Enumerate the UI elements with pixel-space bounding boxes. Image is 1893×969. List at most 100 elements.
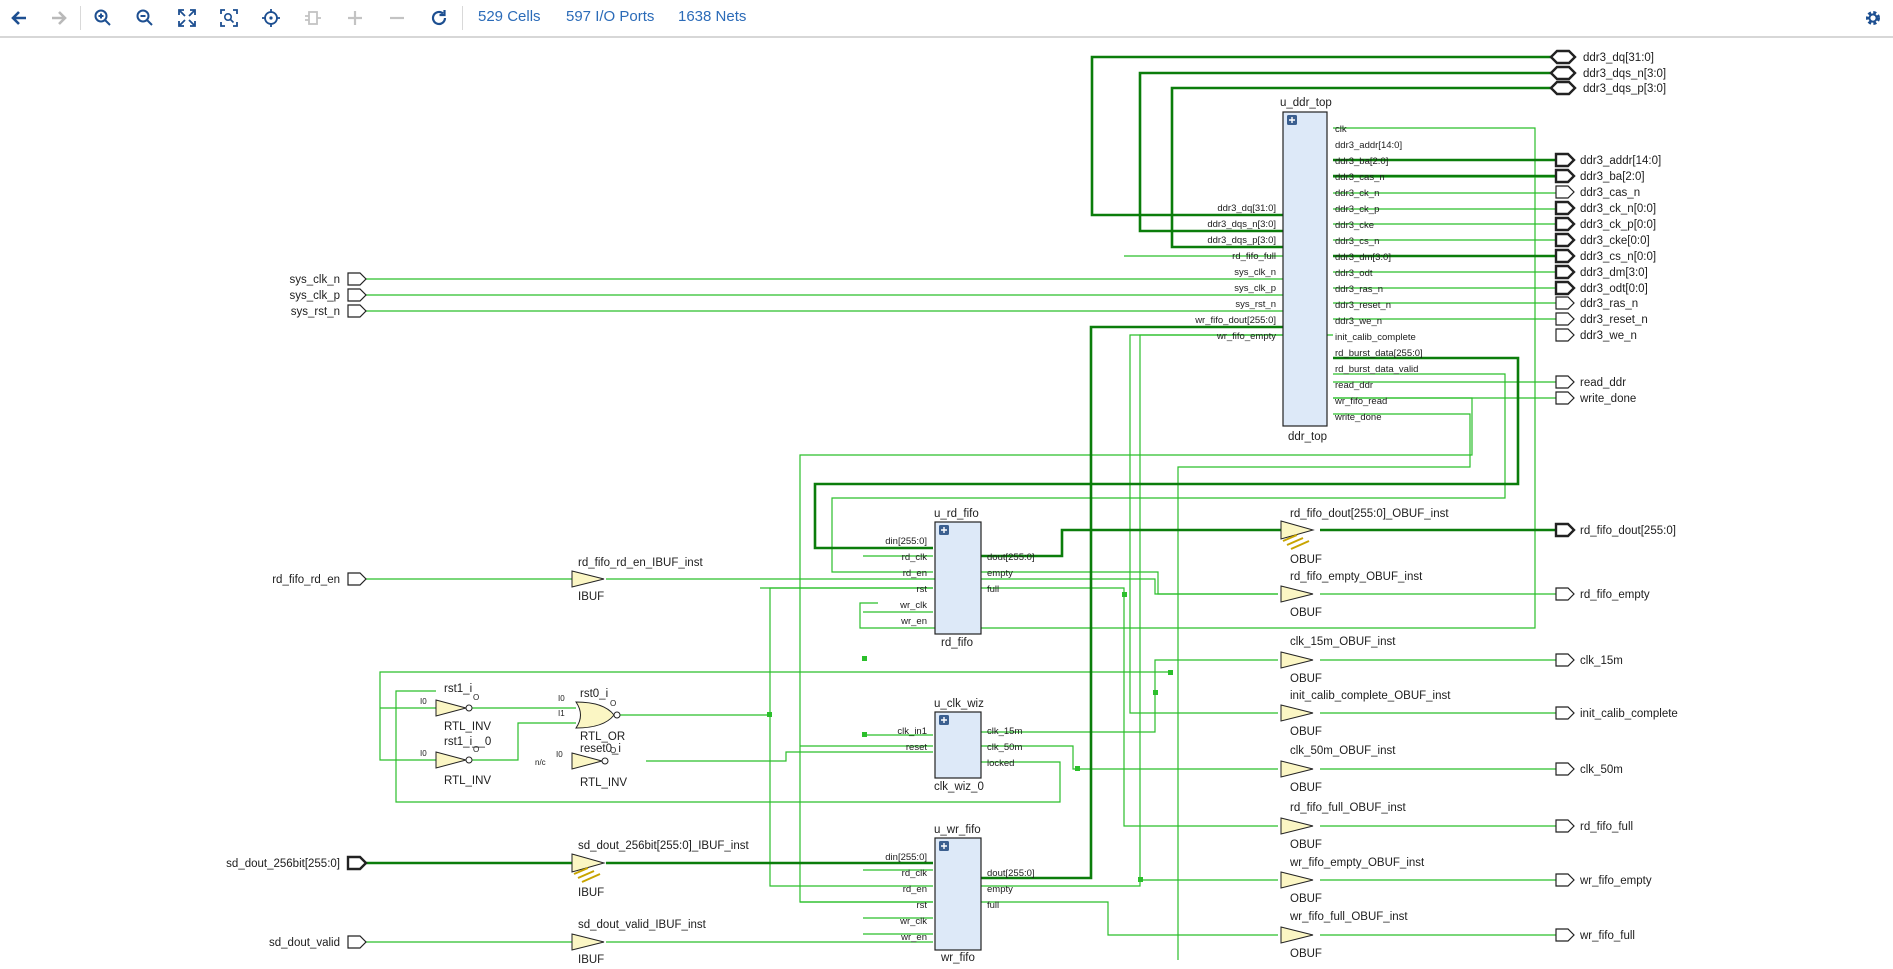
pin-label: wr_clk — [899, 916, 927, 927]
regenerate-button[interactable] — [298, 4, 328, 32]
obuf-clk-50m[interactable] — [1280, 760, 1314, 778]
rd-fifo-instance-name: u_rd_fifo — [934, 508, 979, 520]
pin-label: ddr3_odt — [1335, 268, 1373, 279]
obuf-rd-full[interactable] — [1280, 817, 1314, 835]
fit-view-button[interactable] — [172, 4, 202, 32]
port-label: rd_fifo_full — [1580, 821, 1633, 833]
ddr-top-block[interactable]: u_ddr_top ddr_top ddr3_dq[31:0] ddr3_dqs… — [1194, 97, 1423, 443]
nets-link[interactable]: 1638 Nets — [678, 8, 746, 25]
pin-label: O — [473, 745, 479, 754]
reload-button[interactable] — [424, 4, 454, 32]
ibuf-rd-en[interactable] — [571, 570, 605, 588]
collapse-button[interactable] — [382, 4, 412, 32]
zoom-selection-icon — [220, 9, 238, 27]
clk-wiz-block[interactable]: u_clk_wiz clk_wiz_0 clk_in1 reset clk_15… — [897, 698, 1022, 793]
obuf-type: OBUF — [1290, 554, 1322, 566]
pin-label: ddr3_cke — [1335, 220, 1374, 231]
port-label: ddr3_dqs_n[3:0] — [1583, 68, 1666, 80]
pin-label: ddr3_ck_n — [1335, 188, 1379, 199]
obuf-rd-empty[interactable] — [1280, 585, 1314, 603]
port-label: ddr3_dm[3:0] — [1580, 267, 1648, 279]
wr-fifo-block[interactable]: u_wr_fifo wr_fifo din[255:0] rd_clk rd_e… — [885, 824, 1034, 964]
zoom-out-button[interactable] — [130, 4, 160, 32]
obuf-rd-empty-label: rd_fifo_empty_OBUF_inst — [1290, 571, 1423, 583]
pin-label: rst — [916, 584, 927, 595]
pin-label: ddr3_cas_n — [1335, 172, 1385, 183]
pin-label: I1 — [558, 709, 565, 718]
rtl-inv-label: RTL_INV — [444, 775, 491, 787]
port-label: wr_fifo_empty — [1579, 875, 1652, 887]
minus-icon — [390, 16, 404, 20]
schematic-canvas[interactable]: u_ddr_top ddr_top ddr3_dq[31:0] ddr3_dqs… — [0, 38, 1893, 969]
rst1-i-inverter[interactable] — [435, 699, 473, 717]
pin-label: rd_burst_data[255:0] — [1335, 348, 1423, 359]
pin-label: wr_fifo_dout[255:0] — [1194, 315, 1276, 326]
output-port-labels: ddr3_dq[31:0] ddr3_dqs_n[3:0] ddr3_dqs_p… — [1579, 52, 1678, 942]
obuf-wr-full-label: wr_fifo_full_OBUF_inst — [1289, 911, 1408, 923]
forward-button[interactable] — [44, 4, 74, 32]
port-label: ddr3_ck_n[0:0] — [1580, 203, 1656, 215]
obuf-type: OBUF — [1290, 839, 1322, 851]
obuf-wr-full[interactable] — [1280, 926, 1314, 944]
pin-label: read_ddr — [1335, 380, 1373, 391]
port-label: rd_fifo_dout[255:0] — [1580, 525, 1676, 537]
rtl-inv-label: RTL_INV — [580, 777, 627, 789]
port-label: ddr3_cas_n — [1580, 187, 1640, 199]
pin-label: locked — [987, 758, 1014, 769]
obuf-clk-15m[interactable] — [1280, 651, 1314, 669]
rst1-i-0-inverter[interactable] — [435, 751, 473, 769]
obuf-init-calib[interactable] — [1280, 704, 1314, 722]
port-label: wr_fifo_full — [1579, 930, 1635, 942]
pin-label: reset — [906, 742, 927, 753]
port-sd-dout[interactable] — [346, 855, 368, 871]
port-label: ddr3_cs_n[0:0] — [1580, 251, 1656, 263]
obuf-rd-full-label: rd_fifo_full_OBUF_inst — [1290, 802, 1406, 814]
clk-wiz-instance-name: u_clk_wiz — [934, 698, 984, 710]
pin-label: full — [987, 584, 999, 595]
reset0-i-inverter[interactable] — [571, 752, 609, 770]
cells-link[interactable]: 529 Cells — [478, 8, 541, 25]
pin-label: ddr3_dq[31:0] — [1217, 203, 1276, 214]
back-button[interactable] — [4, 4, 34, 32]
wr-fifo-instance-name: u_wr_fifo — [934, 824, 981, 836]
input-port-symbols — [346, 272, 368, 949]
io-ports-link[interactable]: 597 I/O Ports — [566, 8, 654, 25]
wr-fifo-left-pins: din[255:0] rd_clk rd_en rst wr_clk wr_en — [885, 852, 927, 943]
pin-label: clk — [1335, 124, 1347, 135]
pin-label: O — [610, 746, 616, 755]
pin-label: ddr3_addr[14:0] — [1335, 140, 1402, 151]
arrow-right-icon — [52, 11, 67, 25]
autofit-button[interactable] — [256, 4, 286, 32]
ddr-top-right-pins: clk ddr3_addr[14:0] ddr3_ba[2:0] ddr3_ca… — [1334, 124, 1423, 423]
obuf-wr-empty[interactable] — [1280, 871, 1314, 889]
obuf-rd-dout[interactable] — [1280, 520, 1315, 540]
pin-label: ddr3_dm[3:0] — [1335, 252, 1391, 263]
expand-button[interactable] — [340, 4, 370, 32]
port-sys-rst-n[interactable] — [347, 304, 367, 318]
output-port-symbols — [1549, 49, 1577, 942]
pin-label: rd_burst_data_valid — [1335, 364, 1418, 375]
zoom-in-button[interactable] — [88, 4, 118, 32]
zoom-out-icon — [136, 9, 153, 26]
ibuf-sd-dout-label: sd_dout_256bit[255:0]_IBUF_inst — [578, 840, 750, 852]
pin-label: clk_in1 — [897, 726, 927, 737]
port-label: ddr3_dq[31:0] — [1583, 52, 1654, 64]
ibuf-rd-en-label: rd_fifo_rd_en_IBUF_inst — [578, 557, 703, 569]
zoom-selection-button[interactable] — [214, 4, 244, 32]
pin-label: ddr3_ck_p — [1335, 204, 1379, 215]
port-sys-clk-n[interactable] — [347, 272, 367, 286]
obuf-type: OBUF — [1290, 948, 1322, 960]
ibuf-sd-dout[interactable] — [571, 853, 606, 873]
port-label: ddr3_cke[0:0] — [1580, 235, 1650, 247]
clk-wiz-left-pins: clk_in1 reset — [897, 726, 927, 753]
port-label: sd_dout_256bit[255:0] — [226, 858, 340, 870]
port-label: ddr3_addr[14:0] — [1580, 155, 1661, 167]
settings-button[interactable] — [1858, 4, 1888, 32]
rd-fifo-left-pins: din[255:0] rd_clk rd_en rst wr_clk wr_en — [885, 536, 927, 627]
port-sd-dout-valid[interactable] — [347, 935, 367, 949]
rtl-or-label: RTL_OR — [580, 731, 625, 743]
port-sys-clk-p[interactable] — [347, 288, 367, 302]
port-rd-fifo-rd-en[interactable] — [347, 572, 367, 586]
pin-label: wr_clk — [899, 600, 927, 611]
ibuf-sd-valid[interactable] — [571, 933, 605, 951]
